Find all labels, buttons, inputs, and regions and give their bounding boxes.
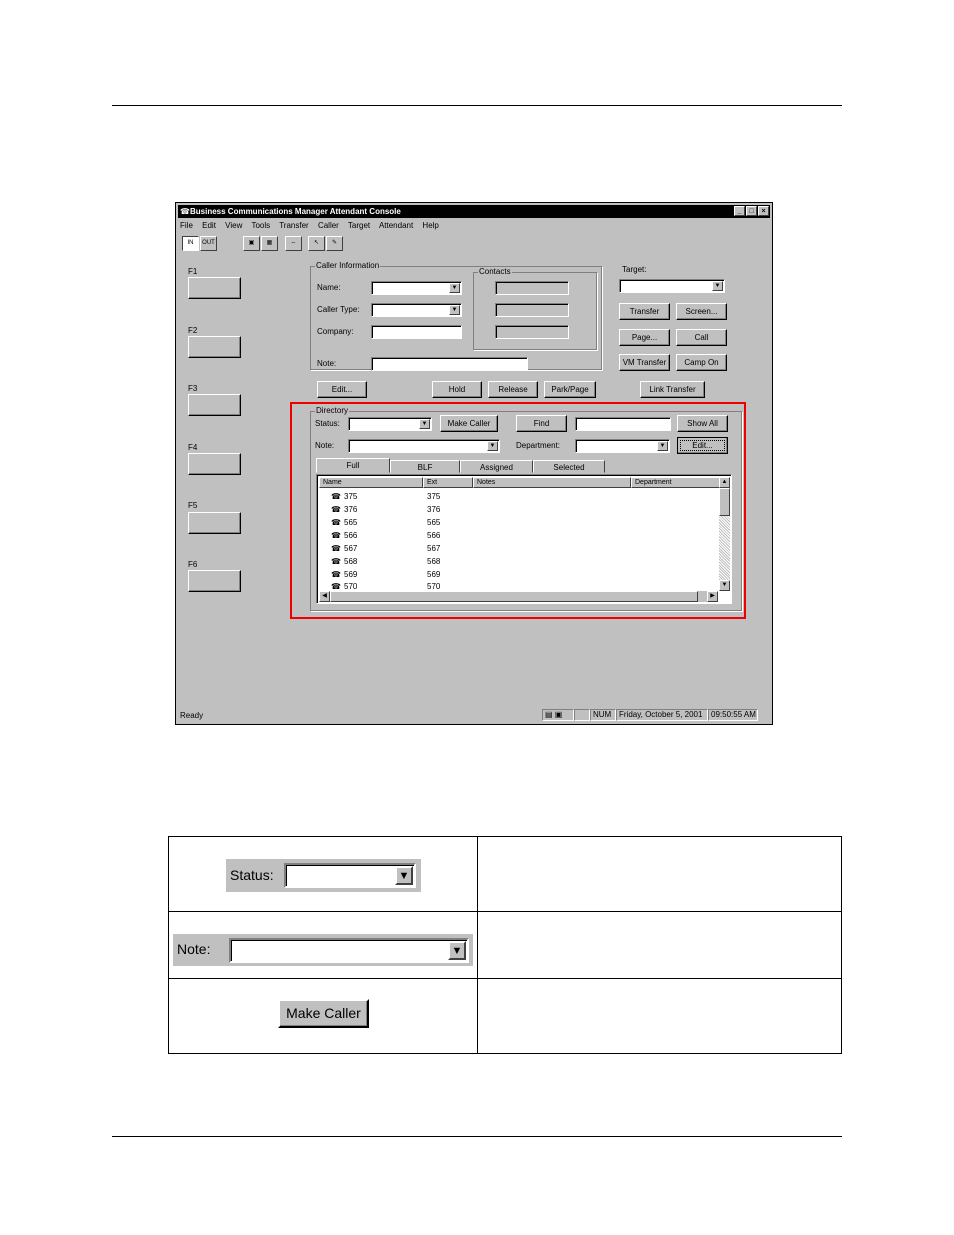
note-description-cell [477, 911, 842, 979]
note-crop-label: Note: [177, 941, 211, 957]
in-toggle[interactable]: IN [182, 236, 199, 251]
top-rule [112, 105, 842, 106]
make-caller-description-cell [477, 978, 842, 1054]
toolbar-icon-1[interactable]: ▣ [243, 236, 260, 251]
menu-edit[interactable]: Edit [202, 221, 216, 230]
toolbar-icon-5[interactable]: ✎ [326, 236, 343, 251]
note-crop: Note: ▼ [173, 934, 473, 966]
f5-label: F5 [188, 501, 198, 510]
toolbar-icon-3[interactable]: ⇔ [285, 236, 302, 251]
window-title: Business Communications Manager Attendan… [190, 207, 401, 216]
status-time: 09:50:55 AM [708, 709, 758, 721]
f2-button[interactable] [188, 336, 241, 358]
menu-transfer[interactable]: Transfer [279, 221, 309, 230]
f5-button[interactable] [188, 512, 241, 534]
status-crop-field: ▼ [284, 863, 416, 888]
status-crop-label: Status: [230, 867, 274, 883]
company-field[interactable] [371, 325, 462, 339]
contact-field-3 [495, 325, 569, 339]
maximize-button[interactable]: □ [746, 206, 757, 216]
f2-label: F2 [188, 326, 198, 335]
f3-label: F3 [188, 384, 198, 393]
f1-label: F1 [188, 267, 198, 276]
f6-button[interactable] [188, 570, 241, 592]
chevron-down-icon[interactable]: ▼ [712, 281, 723, 291]
menu-view[interactable]: View [225, 221, 242, 230]
toolbar: IN OUT ▣ ▦ ⇔ ↖ ✎ [180, 236, 768, 252]
target-label: Target: [622, 265, 647, 274]
menu-file[interactable]: File [180, 221, 193, 230]
name-combo[interactable]: ▼ [371, 281, 462, 295]
release-button[interactable]: Release [488, 381, 538, 398]
park-page-button[interactable]: Park/Page [544, 381, 596, 398]
caller-info-title: Caller Information [315, 261, 381, 271]
target-combo[interactable]: ▼ [619, 279, 725, 293]
network-icon: ▤ ▣ [545, 710, 563, 719]
title-bar: ☎Business Communications Manager Attenda… [178, 205, 770, 218]
hold-button[interactable]: Hold [432, 381, 482, 398]
status-date: Friday, October 5, 2001 [616, 709, 708, 721]
transfer-button[interactable]: Transfer [619, 303, 670, 320]
menu-attendant[interactable]: Attendant [379, 221, 413, 230]
minimize-button[interactable]: _ [734, 206, 745, 216]
chevron-down-icon[interactable]: ▼ [449, 305, 460, 315]
close-button[interactable]: × [758, 206, 769, 216]
menu-bar: File Edit View Tools Transfer Caller Tar… [180, 220, 768, 232]
company-label: Company: [317, 327, 354, 336]
page-button[interactable]: Page... [619, 329, 670, 346]
f4-button[interactable] [188, 453, 241, 475]
make-caller-crop-cell: Make Caller [168, 978, 478, 1054]
caller-note-field[interactable] [371, 357, 528, 371]
note-crop-cell: Note: ▼ [168, 911, 478, 979]
note-crop-field: ▼ [229, 938, 469, 963]
out-toggle[interactable]: OUT [200, 236, 217, 251]
pointer-icon: ↖ [313, 240, 320, 246]
status-bar: Ready ▤ ▣ NUM Friday, October 5, 2001 09… [178, 709, 770, 722]
call-button[interactable]: Call [676, 329, 727, 346]
vm-transfer-button[interactable]: VM Transfer [619, 354, 670, 371]
status-description-cell [477, 836, 842, 912]
field-description-table: Status: ▼ Note: ▼ Make Caller [168, 836, 842, 1054]
highlight-box [290, 402, 746, 619]
caller-type-label: Caller Type: [317, 305, 360, 314]
phone-icon: ☎ [180, 207, 190, 216]
status-icon-pane: ▤ ▣ [542, 709, 574, 721]
screen-button[interactable]: Screen... [676, 303, 727, 320]
arrows-icon: ⇔ [290, 240, 297, 246]
caller-edit-button[interactable]: Edit... [317, 381, 367, 398]
contact-field-2 [495, 303, 569, 317]
f6-label: F6 [188, 560, 198, 569]
status-num: NUM [590, 709, 616, 721]
menu-caller[interactable]: Caller [318, 221, 339, 230]
f1-button[interactable] [188, 277, 241, 299]
tools-icon: ✎ [331, 240, 338, 246]
bottom-rule [112, 1136, 842, 1137]
caller-note-label: Note: [317, 359, 337, 368]
status-empty-pane [574, 709, 590, 721]
menu-target[interactable]: Target [348, 221, 370, 230]
status-crop-cell: Status: ▼ [168, 836, 478, 912]
menu-help[interactable]: Help [422, 221, 438, 230]
menu-tools[interactable]: Tools [251, 221, 270, 230]
grid-icon: ▦ [266, 240, 273, 246]
caller-icon: ▣ [248, 240, 255, 246]
f4-label: F4 [188, 443, 198, 452]
make-caller-crop-button: Make Caller [278, 999, 369, 1028]
status-crop: Status: ▼ [226, 859, 421, 892]
toolbar-icon-4[interactable]: ↖ [308, 236, 325, 251]
chevron-down-icon: ▼ [395, 866, 413, 885]
name-label: Name: [317, 283, 341, 292]
camp-on-button[interactable]: Camp On [676, 354, 727, 371]
contact-field-1 [495, 281, 569, 295]
caller-type-combo[interactable]: ▼ [371, 303, 462, 317]
status-ready: Ready [180, 711, 204, 720]
chevron-down-icon: ▼ [448, 941, 466, 960]
contacts-title: Contacts [478, 267, 512, 277]
chevron-down-icon[interactable]: ▼ [449, 283, 460, 293]
link-transfer-button[interactable]: Link Transfer [640, 381, 705, 398]
toolbar-icon-2[interactable]: ▦ [261, 236, 278, 251]
f3-button[interactable] [188, 394, 241, 416]
